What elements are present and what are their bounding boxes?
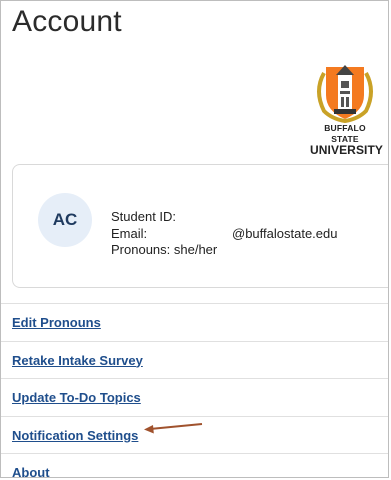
notification-settings-link[interactable]: Notification Settings [12,428,138,443]
link-row-edit-pronouns: Edit Pronouns [1,303,388,342]
email-label: Email: [111,225,148,241]
profile-info: Student ID: Email: @buffalostate.edu Pro… [111,209,337,259]
edit-pronouns-link[interactable]: Edit Pronouns [12,315,101,330]
logo-line-1: BUFFALO STATE [324,123,366,144]
email-row: Email: @buffalostate.edu [111,225,337,243]
email-domain: @buffalostate.edu [232,225,338,241]
link-row-about: About [1,454,388,477]
about-link[interactable]: About [12,465,50,477]
account-screen: Account BUFFALO STATE UNIVERSITY AC Stud… [0,0,389,478]
logo-wordmark: BUFFALO STATE UNIVERSITY [310,123,384,157]
link-row-retake-intake-survey: Retake Intake Survey [1,342,388,379]
profile-card: AC Student ID: Email: @buffalostate.edu … [12,164,388,288]
student-id: Student ID: [111,209,177,224]
pronouns: Pronouns: she/her [111,242,218,257]
update-todo-topics-link[interactable]: Update To-Do Topics [12,390,141,405]
university-logo: BUFFALO STATE UNIVERSITY [310,61,383,156]
logo-line-2: UNIVERSITY [310,143,384,157]
link-row-update-todo-topics: Update To-Do Topics [1,379,388,417]
pointer-arrow-icon [144,423,203,434]
account-links: Edit Pronouns Retake Intake Survey Updat… [1,303,388,477]
avatar: AC [38,193,92,247]
retake-intake-survey-link[interactable]: Retake Intake Survey [12,353,143,368]
bengal-tower-icon [317,65,373,124]
page-title: Account [12,5,122,38]
